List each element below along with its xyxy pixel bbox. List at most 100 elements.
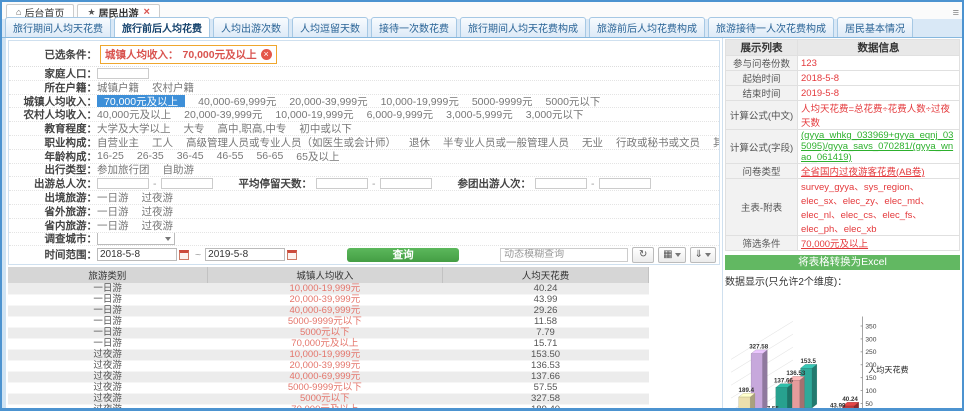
- table-cell: 5000元以下: [207, 327, 442, 338]
- query-button[interactable]: 查询: [347, 248, 459, 262]
- nav-tab-8[interactable]: 居民基本情况: [837, 17, 913, 37]
- filter-option[interactable]: 20,000-39,999元: [184, 108, 262, 122]
- table-cell-blank: [649, 349, 720, 360]
- filter-option[interactable]: 26-35: [137, 150, 164, 162]
- filter-row: 职业构成：自营业主工人高级管理人员或专业人员（如医生或会计师）退休半专业人员或一…: [9, 136, 719, 150]
- export-button[interactable]: ⇓: [690, 247, 716, 263]
- range-dash: -: [372, 178, 376, 190]
- date-to-input[interactable]: [205, 248, 285, 261]
- filter-option[interactable]: 10,000-19,999元: [275, 108, 353, 122]
- filter-option[interactable]: 过夜游: [142, 205, 174, 219]
- table-cell: 过夜游: [8, 349, 207, 360]
- refresh-button[interactable]: ↻: [632, 247, 654, 263]
- filter-option[interactable]: 56-65: [256, 150, 283, 162]
- range-max-input[interactable]: [161, 178, 213, 189]
- filter-row-label: 出游总人次：: [9, 177, 97, 191]
- city-select[interactable]: [97, 233, 175, 246]
- filter-option[interactable]: 过夜游: [142, 219, 174, 233]
- filter-option[interactable]: 高级管理人员或专业人员（如医生或会计师）: [186, 136, 396, 150]
- export-excel-button[interactable]: 将表格转换为Excel: [725, 255, 960, 270]
- nav-tab-4[interactable]: 接待一次数花费: [371, 17, 457, 37]
- filter-options: 一日游过夜游: [97, 205, 173, 219]
- filter-option[interactable]: 工人: [152, 136, 173, 150]
- filter-option[interactable]: 6,000-9,999元: [367, 108, 434, 122]
- filter-row: 调查城市：: [9, 233, 719, 247]
- table-cell: 7.79: [442, 327, 648, 338]
- nav-tab-0[interactable]: 旅行期间人均天花费: [5, 17, 111, 37]
- filter-option[interactable]: 10,000-19,999元: [381, 95, 459, 109]
- dimensions-note: 数据显示(只允许2个维度)：: [725, 273, 960, 286]
- filter-option[interactable]: 大专: [184, 122, 205, 136]
- filter-option[interactable]: 过夜游: [142, 191, 174, 205]
- range-min-input[interactable]: [97, 178, 149, 189]
- filter-option[interactable]: 3,000-5,999元: [446, 108, 513, 122]
- filter-option[interactable]: 3,000元以下: [526, 108, 584, 122]
- filter-row-label: 调查城市：: [9, 233, 97, 247]
- calendar-icon[interactable]: [179, 250, 189, 260]
- nav-tab-7[interactable]: 旅游接待一人次花费构成: [708, 17, 834, 37]
- table-cell-blank: [649, 305, 720, 316]
- filter-row: 省内旅游：一日游过夜游: [9, 219, 719, 233]
- filter-option[interactable]: 5000-9999元: [472, 95, 533, 109]
- search-input[interactable]: [500, 248, 628, 262]
- selected-condition-label: 已选条件：: [9, 47, 97, 62]
- filter-rows: 家庭人口：所在户籍：城镇户籍农村户籍城镇人均收入：70,000元及以上40,00…: [9, 67, 719, 246]
- filter-option[interactable]: 城镇户籍: [97, 81, 139, 95]
- family-size-input[interactable]: [97, 68, 149, 79]
- calendar-icon[interactable]: [287, 250, 297, 260]
- filter-option[interactable]: 16-25: [97, 150, 124, 162]
- info-row-value: survey_gyya、sys_region、elec_sx、elec_zy、e…: [798, 179, 960, 236]
- filter-option[interactable]: 一日游: [97, 219, 129, 233]
- info-row: 筛选条件70,000元及以上: [726, 236, 960, 251]
- filter-option[interactable]: 参加旅行团: [97, 164, 150, 178]
- filter-option[interactable]: 5000元以下: [546, 95, 601, 109]
- filter-row-label: 教育程度：: [9, 122, 97, 136]
- menu-icon[interactable]: ≡: [953, 7, 959, 19]
- range-max-input[interactable]: [599, 178, 651, 189]
- bar-side: [800, 376, 805, 408]
- filter-option[interactable]: 一日游: [97, 205, 129, 219]
- nav-tab-1[interactable]: 旅行前后人均花费: [114, 17, 210, 37]
- filter-option[interactable]: 大学及大学以上: [97, 122, 171, 136]
- filter-option[interactable]: 65及以上: [296, 150, 339, 164]
- filter-option[interactable]: 自助游: [163, 164, 195, 178]
- filter-option[interactable]: 其他: [713, 136, 719, 150]
- filter-options: 一日游过夜游: [97, 219, 173, 233]
- columns-button[interactable]: ▦: [658, 247, 685, 263]
- filter-option[interactable]: 农村户籍: [152, 81, 194, 95]
- range-min-input[interactable]: [535, 178, 587, 189]
- range-dash: -: [591, 178, 595, 190]
- filter-option[interactable]: 初中或以下: [299, 122, 352, 136]
- nav-tab-3[interactable]: 人均逗留天数: [292, 17, 368, 37]
- nav-tab-5[interactable]: 旅行期间人均天花费构成: [460, 17, 586, 37]
- remove-condition-icon[interactable]: ×: [261, 49, 272, 60]
- nav-tab-2[interactable]: 人均出游次数: [213, 17, 289, 37]
- left-panel: 已选条件： 城镇人均收入：70,000元及以上 × 家庭人口：所在户籍：城镇户籍…: [6, 38, 722, 408]
- filter-option[interactable]: 半专业人员或一般管理人员: [443, 136, 569, 150]
- filter-option[interactable]: 20,000-39,999元: [289, 95, 367, 109]
- filter-option[interactable]: 40,000元及以上: [97, 108, 171, 122]
- close-icon[interactable]: ×: [144, 7, 150, 17]
- selected-condition-tag[interactable]: 城镇人均收入：70,000元及以上 ×: [100, 45, 277, 64]
- filter-option[interactable]: 自营业主: [97, 136, 139, 150]
- filter-option[interactable]: 一日游: [97, 191, 129, 205]
- filter-option[interactable]: 高中,职高,中专: [218, 122, 287, 136]
- filter-option[interactable]: 行政或秘书或文员: [616, 136, 700, 150]
- filter-option[interactable]: 46-55: [217, 150, 244, 162]
- date-from-input[interactable]: [97, 248, 177, 261]
- range-max-input[interactable]: [380, 178, 432, 189]
- filter-row-label: 省内旅游：: [9, 219, 97, 233]
- filter-option[interactable]: 36-45: [177, 150, 204, 162]
- condition-value: 70,000元及以上: [183, 47, 257, 62]
- filter-option[interactable]: 退休: [409, 136, 430, 150]
- bar-side: [787, 384, 792, 408]
- filter-option-selected[interactable]: 70,000元及以上: [97, 95, 185, 109]
- nav-tab-6[interactable]: 旅游前后人均花费构成: [589, 17, 705, 37]
- filter-option[interactable]: 无业: [582, 136, 603, 150]
- filter-row: 家庭人口：: [9, 67, 719, 81]
- filter-row: 出行类型：参加旅行团自助游: [9, 164, 719, 178]
- filter-row: 农村人均收入：40,000元及以上20,000-39,999元10,000-19…: [9, 108, 719, 122]
- range-min-input[interactable]: [316, 178, 368, 189]
- table-cell: 过夜游: [8, 371, 207, 382]
- filter-option[interactable]: 40,000-69,999元: [198, 95, 276, 109]
